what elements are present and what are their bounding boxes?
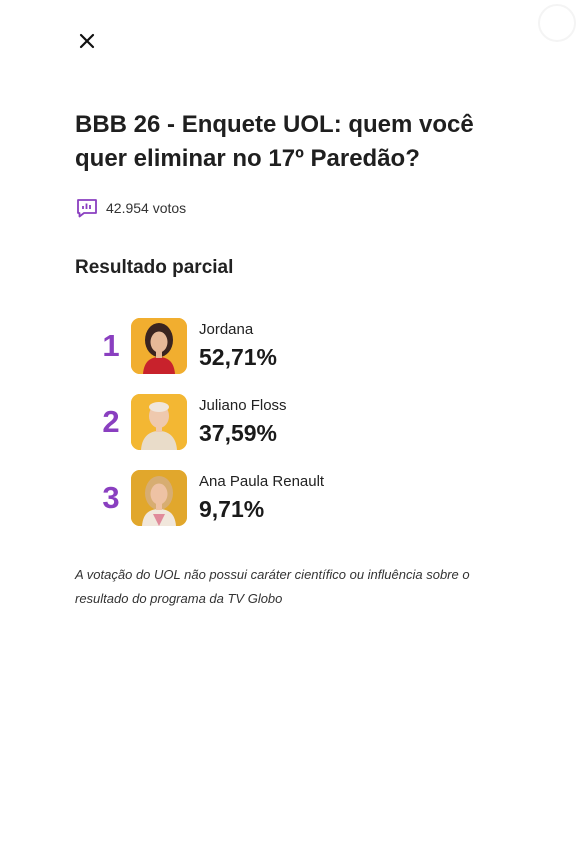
avatar — [131, 470, 187, 526]
close-icon — [79, 33, 95, 49]
result-item: 3 Ana Paula Renault 9,71% — [100, 470, 500, 546]
rank-number: 2 — [102, 404, 120, 439]
vote-count: 42.954 votos — [76, 198, 186, 218]
vote-count-label: 42.954 votos — [106, 200, 187, 216]
section-title: Resultado parcial — [75, 257, 234, 278]
rank-number: 3 — [102, 480, 120, 515]
candidate-name: Juliano Floss — [199, 397, 287, 414]
candidate-name: Ana Paula Renault — [199, 473, 325, 490]
poll-title: BBB 26 - Enquete UOL: quem você quer eli… — [75, 111, 474, 172]
result-item: 1 Jordana 52,71% — [100, 318, 500, 394]
bar-chart-icon — [77, 199, 97, 218]
disclaimer-text: A votação do UOL não possui caráter cien… — [75, 567, 470, 606]
candidate-name: Jordana — [199, 321, 254, 338]
rank-number: 1 — [102, 328, 120, 363]
candidate-percent: 52,71% — [199, 344, 278, 370]
result-item: 2 Juliano Floss 37,59% — [100, 394, 500, 470]
avatar — [131, 394, 187, 450]
candidate-percent: 37,59% — [199, 420, 278, 446]
header-logo-badge — [538, 4, 576, 42]
close-button[interactable] — [76, 30, 98, 52]
candidate-percent: 9,71% — [199, 496, 265, 522]
avatar — [131, 318, 187, 374]
results-list: 1 Jordana 52,71% 2 Juliano Floss 37,59% … — [100, 318, 500, 546]
